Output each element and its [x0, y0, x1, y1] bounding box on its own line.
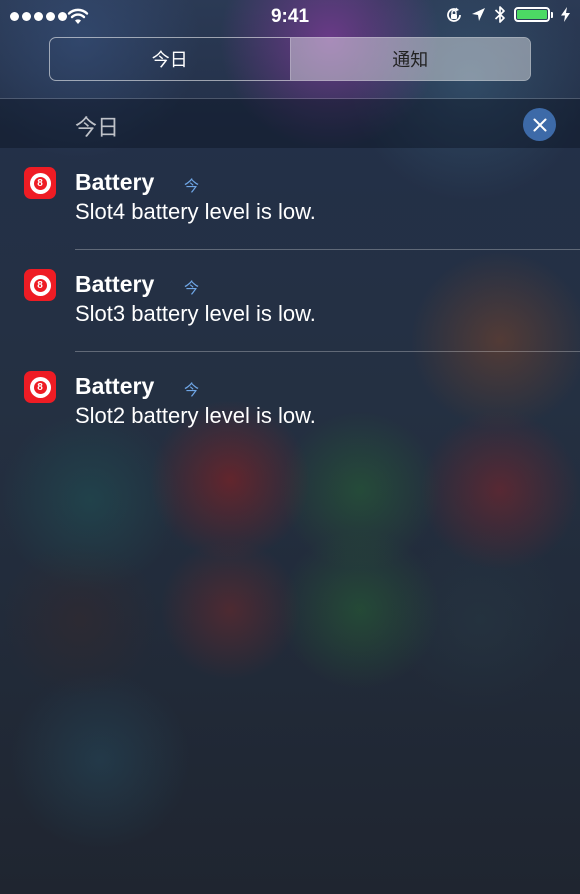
charging-bolt-icon: [561, 7, 570, 22]
status-right-group: [445, 5, 570, 24]
notification-message: Slot2 battery level is low.: [75, 403, 316, 428]
notification-time: 今: [184, 382, 200, 399]
location-icon: [472, 8, 485, 21]
notification-item[interactable]: 8 Battery 今 Slot2 battery level is low.: [0, 352, 580, 454]
section-header: 今日: [0, 99, 580, 148]
clear-section-button[interactable]: [523, 108, 556, 141]
battery-app-icon: 8: [24, 167, 56, 199]
app-icon-glyph: 8: [33, 176, 47, 190]
notification-item[interactable]: 8 Battery 今 Slot4 battery level is low.: [0, 148, 580, 250]
tab-notifications[interactable]: 通知: [290, 38, 530, 80]
battery-app-icon: 8: [24, 371, 56, 403]
battery-fill: [517, 10, 547, 19]
notification-time: 今: [184, 178, 200, 195]
notification-list: 8 Battery 今 Slot4 battery level is low. …: [0, 148, 580, 454]
battery-app-icon: 8: [24, 269, 56, 301]
battery-body: [514, 7, 550, 22]
battery-cap: [551, 11, 553, 18]
tab-today-label: 今日: [151, 50, 188, 70]
notification-message: Slot4 battery level is low.: [75, 199, 316, 224]
notification-message: Slot3 battery level is low.: [75, 301, 316, 326]
notification-app-name: Battery: [75, 169, 155, 195]
notification-app-name: Battery: [75, 271, 155, 297]
app-icon-ring: 8: [29, 376, 51, 398]
status-bar: 9:41: [0, 0, 580, 32]
notification-item[interactable]: 8 Battery 今 Slot3 battery level is low.: [0, 250, 580, 352]
app-icon-ring: 8: [29, 274, 51, 296]
notification-app-name: Battery: [75, 373, 155, 399]
tab-today[interactable]: 今日: [50, 38, 291, 80]
view-segmented-control: 今日 通知: [49, 37, 531, 81]
notification-time: 今: [184, 280, 200, 297]
close-icon: [533, 118, 546, 131]
app-icon-ring: 8: [29, 172, 51, 194]
tab-notifications-label: 通知: [392, 50, 429, 70]
app-icon-glyph: 8: [33, 278, 47, 292]
section-title: 今日: [75, 115, 120, 140]
battery-icon: [514, 7, 553, 22]
bluetooth-icon: [494, 6, 505, 23]
app-icon-glyph: 8: [33, 380, 47, 394]
orientation-lock-icon: [447, 7, 461, 22]
